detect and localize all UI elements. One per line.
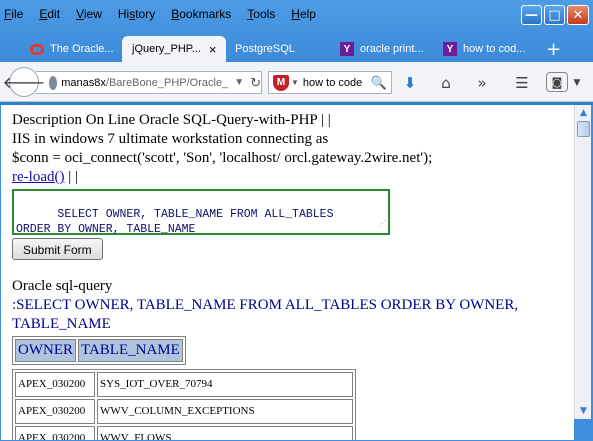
reload-suffix: | | (68, 169, 78, 185)
overflow-chevron-icon[interactable]: » (470, 71, 494, 94)
menu-tools[interactable]: Tools (247, 7, 275, 21)
connection-string-line: $conn = oci_connect('scott', 'Son', 'loc… (12, 150, 433, 166)
scroll-down-icon[interactable]: ▼ (575, 403, 592, 419)
window-controls: — □ ✕ (521, 5, 589, 25)
globe-icon (48, 75, 58, 90)
result-data-table: APEX_030200 SYS_IOT_OVER_70794 APEX_0302… (12, 369, 356, 440)
reload-row: re-load() | | (12, 168, 564, 187)
tab-oracle-print[interactable]: Y oracle print... (340, 36, 436, 62)
yahoo-icon: Y (443, 42, 457, 56)
yahoo-icon: Y (340, 42, 354, 56)
cell-owner: APEX_030200 (15, 426, 95, 440)
result-header-table: OWNER TABLE_NAME (12, 336, 186, 365)
url-host: manas8x (61, 76, 106, 89)
close-tab-icon[interactable]: × (209, 42, 217, 57)
result-heading: Oracle sql-query (12, 278, 113, 294)
search-bar[interactable]: M ▼ how to code 🔍 (268, 71, 392, 94)
cell-table-name: WWV_FLOWS (97, 426, 353, 440)
menu-bar: File Edit View History Bookmarks Tools H… (4, 4, 332, 24)
reload-icon[interactable]: ↻ (250, 75, 261, 91)
pocket-icon[interactable]: ◙ (546, 72, 568, 92)
query-echo: :SELECT OWNER, TABLE_NAME FROM ALL_TABLE… (12, 297, 519, 332)
column-header-owner: OWNER (15, 339, 76, 362)
scrollbar-thumb[interactable] (577, 121, 590, 137)
tab-how-to-code[interactable]: Y how to cod... (443, 36, 535, 62)
tab-label: PostgreSQL (235, 43, 295, 55)
menu-history[interactable]: History (118, 7, 155, 21)
column-header-table-name: TABLE_NAME (78, 339, 183, 362)
table-row: APEX_030200 SYS_IOT_OVER_70794 (15, 372, 353, 397)
sql-textarea[interactable]: SELECT OWNER, TABLE_NAME FROM ALL_TABLES… (12, 189, 390, 236)
menu-file[interactable]: File (4, 7, 23, 21)
server-info-line: IIS in windows 7 ultimate workstation co… (12, 131, 329, 147)
maximize-button[interactable]: □ (544, 5, 565, 25)
search-icon[interactable]: 🔍 (371, 75, 387, 91)
tab-label: The Oracle... (50, 43, 114, 55)
navigation-bar: manas8x/BareBone_PHP/Oracle_ ▼ ↻ 🡐 M ▼ h… (0, 62, 593, 102)
scroll-up-icon[interactable]: ▲ (575, 105, 592, 121)
mcafee-shield-icon[interactable]: M (273, 74, 289, 91)
url-bar[interactable]: manas8x/BareBone_PHP/Oracle_ ▼ ↻ (36, 71, 262, 94)
vertical-scrollbar[interactable]: ▲ ▼ (574, 105, 591, 419)
home-icon[interactable]: ⌂ (434, 71, 458, 94)
pocket-dropdown-icon[interactable]: ▼ (570, 71, 584, 94)
hamburger-menu-icon[interactable]: ☰ (510, 71, 534, 94)
table-row: APEX_030200 WWV_FLOWS (15, 426, 353, 440)
tab-bar: The Oracle... jQuery_PHP... × PostgreSQL… (0, 36, 593, 62)
url-path: /BareBone_PHP/Oracle_ (105, 76, 229, 89)
description-line: Description On Line Oracle SQL-Query-wit… (12, 112, 331, 128)
table-row: APEX_030200 WWV_COLUMN_EXCEPTIONS (15, 399, 353, 424)
oracle-icon (30, 43, 44, 55)
download-icon[interactable]: ⬇ (398, 71, 422, 94)
minimize-button[interactable]: — (521, 5, 542, 25)
search-engine-dropdown-icon[interactable]: ▼ (291, 78, 299, 87)
tab-label: jQuery_PHP... (132, 43, 201, 55)
cell-table-name: SYS_IOT_OVER_70794 (97, 372, 353, 397)
reload-link[interactable]: re-load() (12, 169, 64, 185)
tab-postgresql[interactable]: PostgreSQL (235, 36, 325, 62)
resize-grip-icon[interactable]: ⋰ (378, 217, 386, 232)
browser-chrome: File Edit View History Bookmarks Tools H… (0, 0, 593, 105)
menu-bookmarks[interactable]: Bookmarks (171, 7, 231, 21)
tab-label: how to cod... (463, 43, 526, 55)
cell-owner: APEX_030200 (15, 372, 95, 397)
back-arrow-icon: 🡐 (2, 73, 46, 92)
dropdown-arrow-icon[interactable]: ▼ (234, 77, 244, 88)
cell-owner: APEX_030200 (15, 399, 95, 424)
menu-help[interactable]: Help (291, 7, 316, 21)
tab-jquery-php[interactable]: jQuery_PHP... × (122, 36, 226, 62)
cell-table-name: WWV_COLUMN_EXCEPTIONS (97, 399, 353, 424)
back-button[interactable]: 🡐 (3, 67, 45, 97)
sql-text: SELECT OWNER, TABLE_NAME FROM ALL_TABLES… (16, 208, 334, 236)
new-tab-button[interactable]: + (546, 36, 561, 62)
tab-label: oracle print... (360, 43, 424, 55)
tab-oracle[interactable]: The Oracle... (30, 36, 120, 62)
close-button[interactable]: ✕ (567, 5, 589, 25)
menu-edit[interactable]: Edit (39, 7, 60, 21)
search-input[interactable]: how to code (303, 77, 362, 89)
menu-view[interactable]: View (76, 7, 102, 21)
page-content: Description On Line Oracle SQL-Query-wit… (1, 105, 574, 440)
